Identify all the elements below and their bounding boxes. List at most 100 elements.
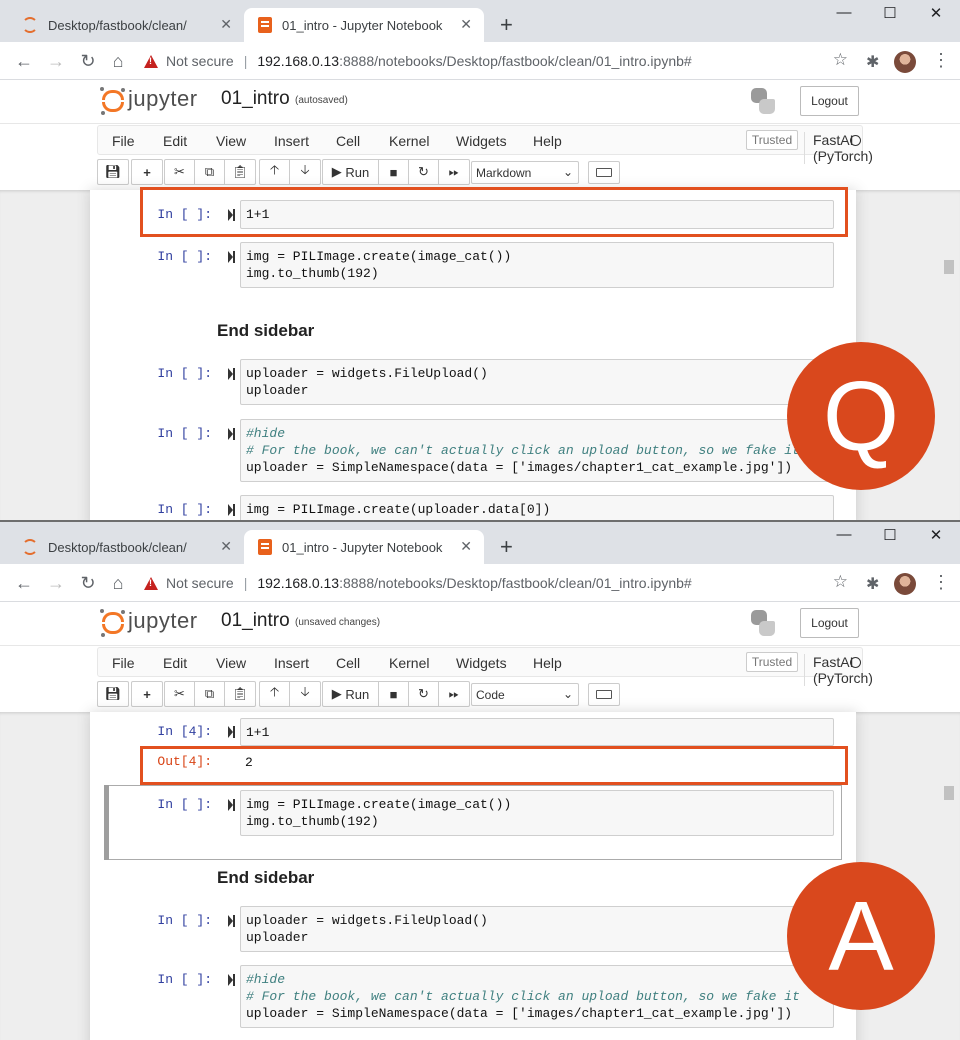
- home-icon[interactable]: ⌂: [106, 50, 130, 72]
- url-input[interactable]: Not secure | 192.168.0.13:8888/notebooks…: [140, 569, 856, 597]
- run-cell-icon[interactable]: [228, 368, 235, 380]
- jupyter-logo-icon[interactable]: [100, 609, 125, 637]
- back-arrow-icon[interactable]: ←: [12, 572, 36, 594]
- menu-view[interactable]: View: [216, 655, 246, 671]
- home-icon[interactable]: ⌂: [106, 572, 130, 594]
- star-icon[interactable]: ☆: [833, 572, 848, 592]
- code-editor[interactable]: uploader = widgets.FileUpload() uploader: [240, 906, 834, 952]
- minimize-button[interactable]: —: [824, 526, 864, 543]
- new-tab-button[interactable]: +: [500, 536, 513, 558]
- code-editor[interactable]: #hide # For the book, we can't actually …: [240, 965, 834, 1028]
- save-icon[interactable]: 💾︎: [98, 160, 128, 184]
- menu-help[interactable]: Help: [533, 133, 562, 149]
- tab-desktop[interactable]: Desktop/fastbook/clean/ ✕: [8, 530, 244, 564]
- reload-icon[interactable]: ↻: [76, 572, 100, 594]
- url-input[interactable]: Not secure | 192.168.0.13:8888/notebooks…: [140, 47, 856, 75]
- paste-icon[interactable]: 📋︎: [225, 160, 255, 184]
- copy-icon[interactable]: ⧉: [195, 682, 225, 706]
- menu-edit[interactable]: Edit: [163, 133, 187, 149]
- menu-file[interactable]: File: [112, 133, 135, 149]
- back-arrow-icon[interactable]: ←: [12, 50, 36, 72]
- maximize-button[interactable]: ☐: [870, 526, 910, 544]
- add-cell-icon[interactable]: +: [132, 682, 162, 706]
- close-tab-icon[interactable]: ✕: [460, 16, 472, 33]
- add-cell-icon[interactable]: +: [132, 160, 162, 184]
- move-up-icon[interactable]: 🡡: [260, 160, 290, 184]
- extensions-icon[interactable]: ✱: [866, 574, 879, 594]
- cell-type-select[interactable]: Markdown ⌄: [471, 161, 579, 184]
- jupyter-logo-icon[interactable]: [100, 87, 125, 115]
- move-up-icon[interactable]: 🡡: [260, 682, 290, 706]
- cut-icon[interactable]: ✂: [165, 160, 195, 184]
- menu-view[interactable]: View: [216, 133, 246, 149]
- close-window-button[interactable]: ✕: [916, 526, 956, 544]
- run-cell-icon[interactable]: [228, 428, 235, 440]
- code-editor[interactable]: img = PILImage.create(image_cat()) img.t…: [240, 242, 834, 288]
- avatar[interactable]: [894, 573, 916, 595]
- menu-cell[interactable]: Cell: [336, 655, 360, 671]
- move-down-icon[interactable]: 🡣: [290, 160, 320, 184]
- fast-forward-icon[interactable]: ⏩︎: [439, 682, 469, 706]
- menu-insert[interactable]: Insert: [274, 655, 309, 671]
- code-editor[interactable]: 1+1: [240, 718, 834, 746]
- run-cell-icon[interactable]: [228, 974, 235, 986]
- run-cell-icon[interactable]: [228, 504, 235, 516]
- code-editor[interactable]: #hide # For the book, we can't actually …: [240, 419, 834, 482]
- close-window-button[interactable]: ✕: [916, 4, 956, 22]
- run-cell-icon[interactable]: [228, 251, 235, 263]
- keyboard-shortcuts-button[interactable]: [588, 161, 620, 184]
- menu-file[interactable]: File: [112, 655, 135, 671]
- cell-type-select[interactable]: Code ⌄: [471, 683, 579, 706]
- run-cell-icon[interactable]: [228, 726, 235, 738]
- stop-icon[interactable]: ■: [379, 160, 409, 184]
- menu-insert[interactable]: Insert: [274, 133, 309, 149]
- minimize-button[interactable]: —: [824, 4, 864, 21]
- menu-widgets[interactable]: Widgets: [456, 133, 507, 149]
- move-down-icon[interactable]: 🡣: [290, 682, 320, 706]
- code-editor[interactable]: img = PILImage.create(uploader.data[0]): [240, 495, 834, 520]
- run-button[interactable]: ▶ Run: [323, 682, 379, 706]
- tab-notebook[interactable]: 01_intro - Jupyter Notebook ✕: [244, 530, 484, 564]
- menu-widgets[interactable]: Widgets: [456, 655, 507, 671]
- tab-notebook[interactable]: 01_intro - Jupyter Notebook ✕: [244, 8, 484, 42]
- menu-kernel[interactable]: Kernel: [389, 133, 429, 149]
- close-tab-icon[interactable]: ✕: [220, 16, 232, 33]
- restart-icon[interactable]: ↻: [409, 682, 439, 706]
- run-button[interactable]: ▶ Run: [323, 160, 379, 184]
- run-cell-icon[interactable]: [228, 915, 235, 927]
- paste-icon[interactable]: 📋︎: [225, 682, 255, 706]
- menu-help[interactable]: Help: [533, 655, 562, 671]
- jupyter-logo-text[interactable]: jupyter: [128, 608, 198, 634]
- stop-icon[interactable]: ■: [379, 682, 409, 706]
- menu-cell[interactable]: Cell: [336, 133, 360, 149]
- notebook-name[interactable]: 01_intro: [221, 88, 290, 110]
- menu-kernel[interactable]: Kernel: [389, 655, 429, 671]
- menu-dots-icon[interactable]: ⋮: [932, 572, 950, 593]
- new-tab-button[interactable]: +: [500, 14, 513, 36]
- cut-icon[interactable]: ✂: [165, 682, 195, 706]
- restart-icon[interactable]: ↻: [409, 160, 439, 184]
- save-icon[interactable]: 💾︎: [98, 682, 128, 706]
- menu-dots-icon[interactable]: ⋮: [932, 50, 950, 71]
- extensions-icon[interactable]: ✱: [866, 52, 879, 72]
- tab-desktop[interactable]: Desktop/fastbook/clean/ ✕: [8, 8, 244, 42]
- trusted-badge[interactable]: Trusted: [746, 130, 798, 150]
- maximize-button[interactable]: ☐: [870, 4, 910, 22]
- close-tab-icon[interactable]: ✕: [220, 538, 232, 555]
- fast-forward-icon[interactable]: ⏩︎: [439, 160, 469, 184]
- notebook-name[interactable]: 01_intro: [221, 610, 290, 632]
- avatar[interactable]: [894, 51, 916, 73]
- jupyter-logo-text[interactable]: jupyter: [128, 86, 198, 112]
- copy-icon[interactable]: ⧉: [195, 160, 225, 184]
- reload-icon[interactable]: ↻: [76, 50, 100, 72]
- trusted-badge[interactable]: Trusted: [746, 652, 798, 672]
- forward-arrow-icon[interactable]: →: [44, 50, 68, 72]
- scrollbar-thumb[interactable]: [944, 260, 954, 274]
- logout-button[interactable]: Logout: [800, 86, 859, 116]
- forward-arrow-icon[interactable]: →: [44, 572, 68, 594]
- code-editor[interactable]: img = PILImage.create(image_cat()) img.t…: [240, 790, 834, 836]
- code-editor[interactable]: uploader = widgets.FileUpload() uploader: [240, 359, 834, 405]
- keyboard-shortcuts-button[interactable]: [588, 683, 620, 706]
- run-cell-icon[interactable]: [228, 799, 235, 811]
- menu-edit[interactable]: Edit: [163, 655, 187, 671]
